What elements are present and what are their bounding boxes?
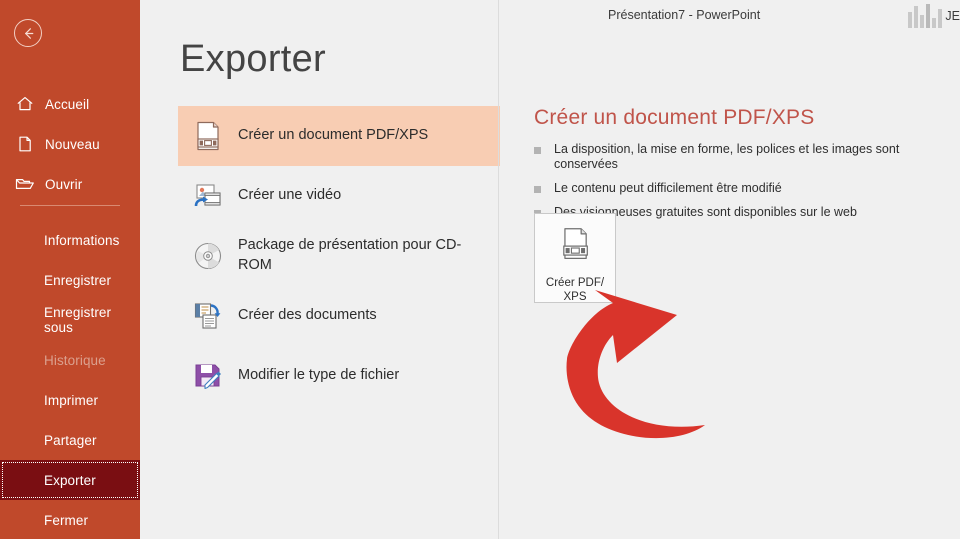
column-divider	[498, 0, 499, 539]
pdf-document-icon	[558, 226, 592, 269]
pdf-document-icon	[188, 116, 228, 156]
bullet-text: La disposition, la mise en forme, les po…	[554, 142, 900, 171]
title-bar: Présentation7 - PowerPoint JE	[140, 0, 960, 32]
page-title: Exporter	[180, 38, 327, 80]
video-icon	[188, 176, 228, 216]
export-option-cdrom[interactable]: Package de présentation pour CD-ROM	[178, 226, 500, 286]
file-type-icon	[188, 356, 228, 396]
account-name: JE	[945, 9, 960, 23]
sidebar-item-exporter[interactable]: Exporter	[0, 460, 140, 500]
export-option-label: Package de présentation pour CD-ROM	[238, 237, 462, 273]
detail-heading: Créer un document PDF/XPS	[534, 106, 815, 129]
sidebar-item-partager[interactable]: Partager	[0, 420, 140, 460]
list-item: Le contenu peut difficilement être modif…	[534, 181, 954, 196]
list-item: La disposition, la mise en forme, les po…	[534, 142, 954, 172]
account-area[interactable]: JE	[908, 2, 960, 28]
sidebar-item-historique: Historique	[44, 352, 106, 368]
bullet-square-icon	[534, 186, 541, 193]
sidebar-item-label: Ouvrir	[45, 176, 83, 192]
sidebar-item-label: Nouveau	[45, 136, 100, 152]
annotation-arrow-icon	[555, 285, 775, 450]
decorative-bars-icon	[908, 2, 943, 28]
export-option-file-type[interactable]: Modifier le type de fichier	[178, 346, 500, 406]
cd-rom-icon	[188, 236, 228, 276]
open-folder-icon	[14, 173, 36, 195]
backstage-sidebar: Accueil Nouveau Ouvrir Informations Enre…	[0, 0, 140, 539]
export-option-label: Créer des documents	[238, 307, 377, 324]
export-options-list: Créer un document PDF/XPS Créer une vidé…	[178, 106, 500, 406]
sidebar-item-enregistrer-sous[interactable]: Enregistrer sous	[0, 300, 140, 340]
sidebar-item-fermer[interactable]: Fermer	[0, 500, 140, 539]
powerpoint-backstage-export: Accueil Nouveau Ouvrir Informations Enre…	[0, 0, 960, 539]
sidebar-item-nouveau[interactable]: Nouveau	[0, 124, 140, 164]
detail-panel: Créer un document PDF/XPS La disposition…	[534, 106, 954, 303]
export-option-label: Créer un document PDF/XPS	[238, 127, 429, 144]
export-option-video[interactable]: Créer une vidéo	[178, 166, 500, 226]
home-icon	[14, 93, 36, 115]
sidebar-item-imprimer[interactable]: Imprimer	[0, 380, 140, 420]
document-title: Présentation7 - PowerPoint	[608, 8, 761, 22]
sidebar-top-nav: Accueil Nouveau Ouvrir	[0, 84, 140, 204]
sidebar-item-enregistrer[interactable]: Enregistrer	[0, 260, 140, 300]
sidebar-item-ouvrir[interactable]: Ouvrir	[0, 164, 140, 204]
detail-bullet-list: La disposition, la mise en forme, les po…	[534, 142, 954, 220]
sidebar-divider	[20, 205, 120, 206]
export-option-label: Créer une vidéo	[238, 187, 342, 204]
bullet-text: Le contenu peut difficilement être modif…	[554, 181, 782, 195]
bullet-square-icon	[534, 147, 541, 154]
export-option-handouts[interactable]: Créer des documents	[178, 286, 500, 346]
back-arrow-icon[interactable]	[14, 19, 42, 47]
export-option-pdf-xps[interactable]: Créer un document PDF/XPS	[178, 106, 500, 166]
back-arrow-glyph	[24, 27, 33, 39]
sidebar-bottom-nav: Informations Enregistrer Enregistrer sou…	[0, 220, 140, 539]
handouts-icon	[188, 296, 228, 336]
export-option-label: Modifier le type de fichier	[238, 367, 400, 384]
sidebar-item-accueil[interactable]: Accueil	[0, 84, 140, 124]
new-document-icon	[14, 133, 36, 155]
sidebar-item-label: Accueil	[45, 96, 90, 112]
sidebar-item-informations[interactable]: Informations	[0, 220, 140, 260]
